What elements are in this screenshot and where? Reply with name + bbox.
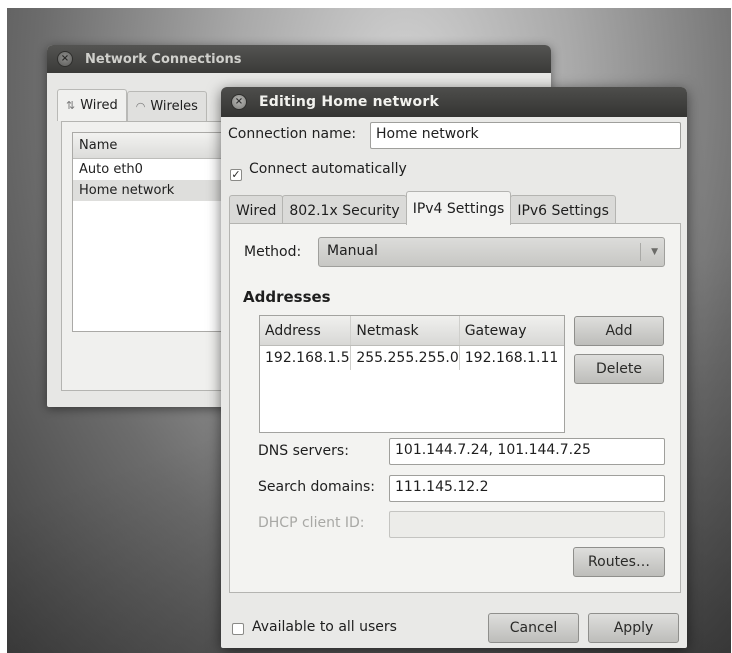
connect-automatically-label[interactable]: Connect automatically (249, 161, 407, 177)
connect-automatically-checkbox[interactable]: ✓ (230, 169, 242, 181)
dns-servers-input[interactable]: 101.144.7.24, 101.144.7.25 (389, 438, 665, 465)
settings-tabs: Wired 802.1x Security IPv4 Settings IPv6… (229, 191, 616, 225)
dialog-titlebar[interactable]: × Editing Home network (221, 87, 687, 117)
close-icon[interactable]: × (57, 51, 73, 67)
tab-wired[interactable]: Wired (229, 195, 284, 225)
add-button[interactable]: Add (574, 316, 664, 346)
delete-button[interactable]: Delete (574, 354, 664, 384)
method-label: Method: (244, 244, 302, 260)
search-domains-input[interactable]: 111.145.12.2 (389, 475, 665, 502)
tab-ipv6-settings[interactable]: IPv6 Settings (510, 195, 616, 225)
column-header-address[interactable]: Address (260, 316, 352, 345)
chevron-down-icon: ▼ (640, 243, 658, 261)
tab-802-1x-security[interactable]: 802.1x Security (282, 195, 407, 225)
edit-connection-dialog: × Editing Home network Connection name: … (221, 87, 687, 648)
dhcp-client-id-input (389, 511, 665, 538)
cancel-button[interactable]: Cancel (488, 613, 579, 643)
dns-servers-label: DNS servers: (258, 443, 349, 459)
table-row[interactable]: 192.168.1.5 255.255.255.0 192.168.1.11 (260, 346, 564, 370)
tab-ipv4-settings[interactable]: IPv4 Settings (405, 191, 512, 225)
wireless-icon: ◠ (135, 100, 146, 113)
connection-name-input[interactable]: Home network (370, 122, 681, 149)
connection-type-tabs: ⇅ Wired ◠ Wireles (57, 89, 207, 121)
window-title: Network Connections (85, 51, 242, 67)
apply-button[interactable]: Apply (588, 613, 679, 643)
dhcp-client-id-label: DHCP client ID: (258, 515, 365, 531)
tab-wired[interactable]: ⇅ Wired (57, 89, 127, 121)
column-header-gateway[interactable]: Gateway (460, 316, 564, 345)
network-connections-titlebar[interactable]: × Network Connections (47, 45, 551, 73)
tab-wireless[interactable]: ◠ Wireles (126, 91, 207, 121)
wired-icon: ⇅ (66, 99, 76, 112)
connection-name-label: Connection name: (228, 126, 357, 142)
addresses-table[interactable]: Address Netmask Gateway 192.168.1.5 255.… (259, 315, 565, 433)
column-header-netmask[interactable]: Netmask (351, 316, 460, 345)
netmask-cell[interactable]: 255.255.255.0 (351, 346, 460, 370)
tab-label: Wired (80, 98, 118, 113)
addresses-heading: Addresses (243, 288, 331, 306)
dialog-title: Editing Home network (259, 94, 439, 110)
gateway-cell[interactable]: 192.168.1.11 (460, 346, 564, 370)
close-icon[interactable]: × (231, 94, 247, 110)
available-to-all-users-checkbox[interactable] (232, 623, 244, 635)
search-domains-label: Search domains: (258, 479, 375, 495)
method-value: Manual (327, 243, 378, 259)
available-to-all-users-label[interactable]: Available to all users (252, 619, 397, 635)
address-cell[interactable]: 192.168.1.5 (260, 346, 352, 370)
routes-button[interactable]: Routes… (573, 547, 665, 577)
method-select[interactable]: Manual ▼ (318, 237, 665, 267)
addresses-table-header: Address Netmask Gateway (260, 316, 564, 346)
tab-label: Wireles (150, 99, 198, 114)
